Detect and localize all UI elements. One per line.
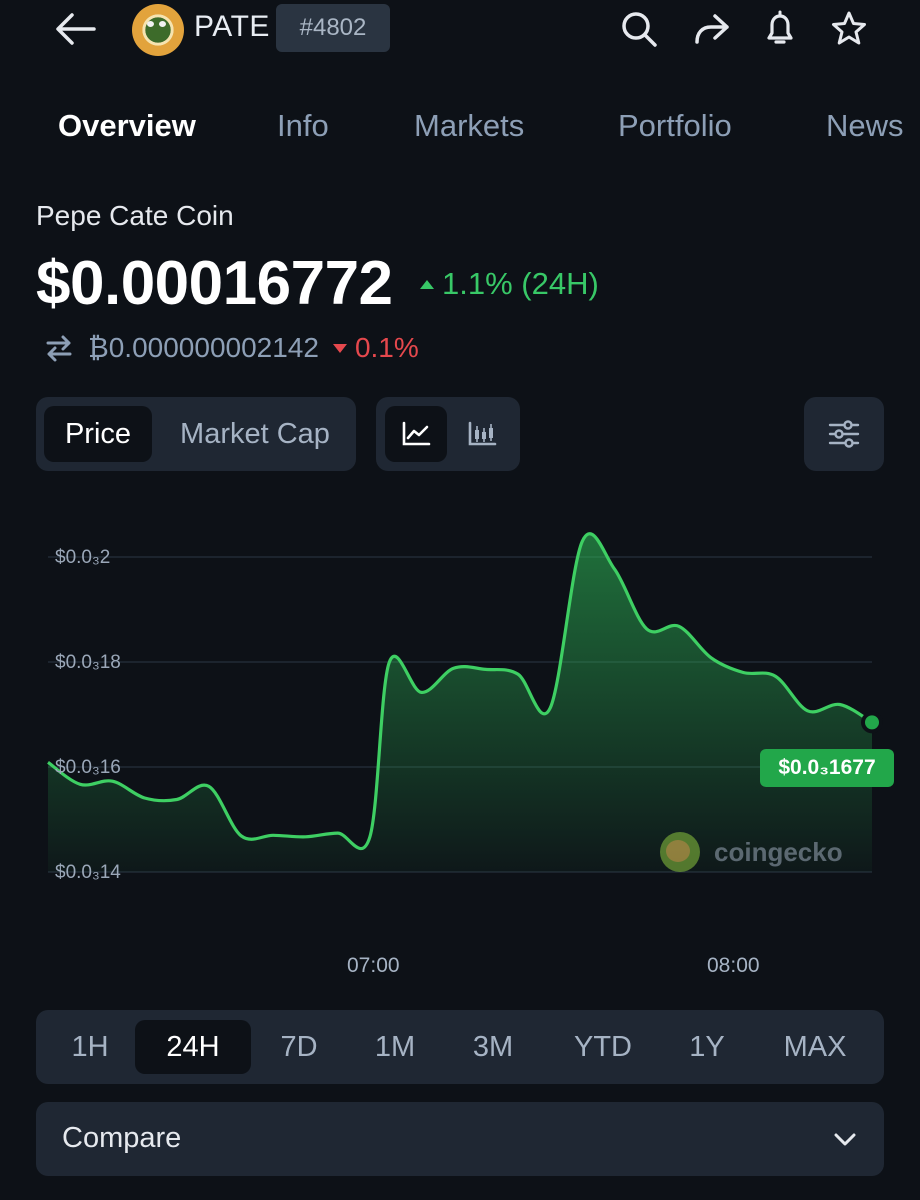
rank-badge: #4802	[276, 4, 390, 52]
btc-price: ₿0.000000002142	[88, 332, 319, 363]
last-price-marker	[861, 711, 883, 734]
chart-settings-button[interactable]	[804, 397, 884, 471]
range-1m[interactable]: 1M	[356, 1020, 434, 1074]
metric-toggle: Price Market Cap	[36, 397, 356, 471]
back-button[interactable]	[50, 6, 100, 52]
range-7d[interactable]: 7D	[260, 1020, 338, 1074]
line-chart-button[interactable]	[385, 406, 447, 462]
range-max[interactable]: MAX	[770, 1020, 860, 1074]
caret-down-icon	[332, 343, 347, 353]
star-icon	[832, 11, 866, 45]
tab-overview[interactable]: Overview	[58, 108, 196, 144]
tab-news[interactable]: News	[826, 108, 904, 144]
candlestick-chart-button[interactable]	[451, 406, 513, 462]
compare-label: Compare	[62, 1122, 182, 1154]
metric-price-button[interactable]: Price	[44, 406, 152, 462]
line-chart-icon	[402, 421, 431, 446]
btc-price-row: ₿0.000000002142 0.1%	[44, 332, 419, 364]
y-tick-label: $0.0₃14	[55, 862, 121, 883]
y-tick-label: $0.0₃16	[55, 757, 121, 778]
range-24h[interactable]: 24H	[135, 1020, 251, 1074]
sliders-icon	[828, 420, 860, 448]
x-tick-label: 07:00	[347, 954, 400, 977]
favorite-button[interactable]	[826, 6, 872, 52]
coin-name: Pepe Cate Coin	[36, 200, 234, 231]
range-1y[interactable]: 1Y	[670, 1020, 744, 1074]
coingecko-logo-icon	[660, 832, 700, 872]
coin-logo	[132, 4, 184, 56]
last-price-label: $0.0₃1677	[760, 749, 894, 787]
coingecko-watermark: coingecko	[660, 832, 843, 872]
current-price: $0.00016772	[36, 249, 393, 318]
arrow-left-icon	[56, 13, 96, 45]
tab-info[interactable]: Info	[277, 108, 329, 144]
metric-market-cap-button[interactable]: Market Cap	[160, 406, 350, 462]
price-chart[interactable]	[0, 500, 920, 940]
tab-markets[interactable]: Markets	[414, 108, 524, 144]
swap-arrows-icon[interactable]	[44, 333, 74, 363]
caret-up-icon	[420, 279, 434, 289]
price-area	[48, 533, 872, 872]
btc-price-change-value: 0.1%	[354, 332, 419, 363]
compare-dropdown[interactable]: Compare	[36, 1102, 884, 1176]
bell-icon	[767, 10, 793, 44]
watermark-text: coingecko	[714, 836, 843, 867]
alert-button[interactable]	[757, 6, 803, 52]
range-1h[interactable]: 1H	[52, 1020, 128, 1074]
search-button[interactable]	[616, 6, 662, 52]
price-change-24h-value: 1.1% (24H)	[442, 266, 599, 301]
coin-ticker: PATE	[194, 10, 270, 43]
candlestick-chart-icon	[468, 421, 497, 446]
y-tick-label: $0.0₃18	[55, 652, 121, 673]
price-change-24h: 1.1% (24H)	[420, 266, 599, 302]
range-ytd[interactable]: YTD	[560, 1020, 646, 1074]
tab-portfolio[interactable]: Portfolio	[618, 108, 732, 144]
range-3m[interactable]: 3M	[454, 1020, 532, 1074]
chart-type-toggle	[376, 397, 520, 471]
btc-price-change: 0.1%	[332, 332, 419, 364]
y-tick-label: $0.0₃2	[55, 547, 111, 568]
chevron-down-icon	[834, 1133, 856, 1146]
share-icon	[695, 14, 729, 44]
share-button[interactable]	[688, 6, 734, 52]
x-tick-label: 08:00	[707, 954, 760, 977]
search-icon	[622, 12, 657, 47]
